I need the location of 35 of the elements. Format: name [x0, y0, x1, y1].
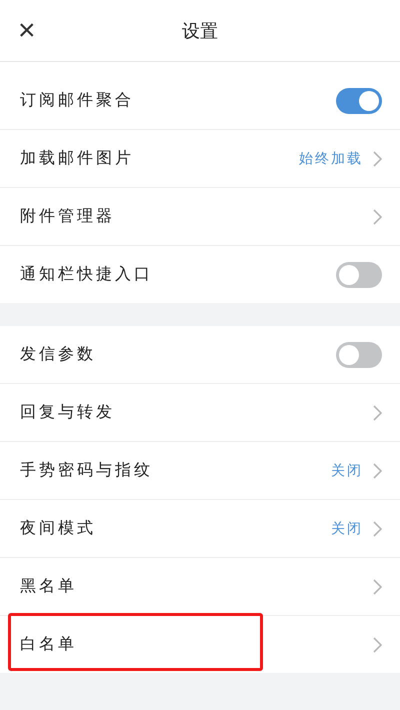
setting-label: 黑名单 [20, 576, 78, 597]
settings-row[interactable]: 夜间模式 关闭 [0, 500, 400, 558]
setting-label: 发信参数 [20, 344, 97, 365]
chevron-icon [373, 150, 382, 166]
page-title: 设置 [182, 20, 218, 42]
setting-value: 关闭 [331, 520, 363, 538]
chevron-icon [373, 636, 382, 652]
toggle-switch[interactable] [336, 262, 382, 288]
setting-label: 订阅邮件聚合 [20, 90, 135, 111]
settings-row[interactable]: 通知栏快捷入口 [0, 246, 400, 303]
setting-value: 关闭 [331, 462, 363, 480]
settings-row[interactable]: 发信参数 [0, 326, 400, 384]
setting-label: 附件管理器 [20, 206, 116, 227]
setting-label: 夜间模式 [20, 518, 97, 539]
chevron-icon [373, 208, 382, 224]
setting-label: 回复与转发 [20, 402, 116, 423]
setting-label: 加载邮件图片 [20, 148, 135, 169]
settings-row[interactable]: 白名单 [0, 616, 400, 673]
settings-row[interactable]: 加载邮件图片 始终加载 [0, 130, 400, 188]
settings-row[interactable]: 订阅邮件聚合 [0, 72, 400, 130]
close-button[interactable]: × [14, 16, 40, 46]
setting-label: 白名单 [20, 634, 78, 655]
toggle-switch[interactable] [336, 342, 382, 368]
settings-row[interactable]: 附件管理器 [0, 188, 400, 246]
settings-row[interactable]: 手势密码与指纹 关闭 [0, 442, 400, 500]
chevron-icon [373, 520, 382, 536]
setting-label: 手势密码与指纹 [20, 460, 154, 481]
chevron-icon [373, 404, 382, 420]
toggle-switch[interactable] [336, 88, 382, 114]
setting-value: 始终加载 [299, 150, 363, 168]
settings-row[interactable]: 黑名单 [0, 558, 400, 616]
settings-row[interactable]: 回复与转发 [0, 384, 400, 442]
setting-label: 通知栏快捷入口 [20, 264, 154, 285]
chevron-icon [373, 462, 382, 478]
chevron-icon [373, 578, 382, 594]
